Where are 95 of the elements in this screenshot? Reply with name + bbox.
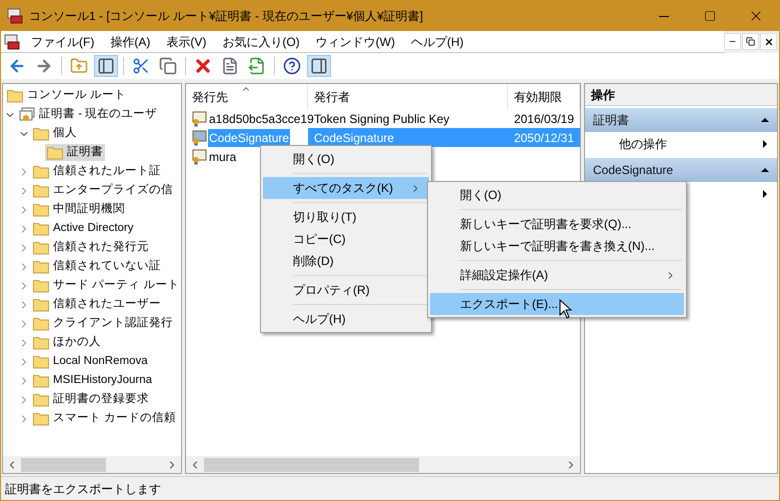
- tree-item[interactable]: Local NonRemova: [31, 352, 150, 370]
- folder-icon: [33, 202, 49, 216]
- certificate-icon: [191, 110, 207, 126]
- folder-icon: [33, 298, 49, 312]
- window-title: コンソール1 - [コンソール ルート¥証明書 - 現在のユーザー¥個人¥証明書]: [29, 8, 424, 25]
- folder-icon: [33, 222, 49, 236]
- menu-bar-item[interactable]: ウィンドウ(W): [308, 32, 403, 50]
- menu-item[interactable]: 新しいキーで証明書を要求(Q)...: [430, 213, 684, 235]
- action-link[interactable]: 他の操作: [619, 135, 761, 153]
- mouse-pointer-icon: [559, 299, 572, 319]
- menu-item[interactable]: 削除(D): [263, 250, 429, 272]
- tree-item[interactable]: 証明書: [45, 144, 105, 162]
- table-cell-text: 2016/03/19: [512, 110, 575, 128]
- menu-item[interactable]: 新しいキーで証明書を書き換え(N)...: [430, 235, 684, 257]
- forward-arrow-icon[interactable]: [35, 57, 53, 75]
- help-icon[interactable]: [283, 57, 301, 75]
- document-icon: [4, 34, 20, 50]
- menu-item[interactable]: 開く(O): [263, 148, 429, 170]
- folder-icon: [33, 260, 49, 274]
- folder-icon: [33, 316, 49, 330]
- menu-item[interactable]: 切り取り(T): [263, 206, 429, 228]
- collapse-triangle-icon[interactable]: [761, 116, 769, 124]
- menu-bar-item[interactable]: 操作(A): [102, 32, 158, 50]
- tree-item[interactable]: 信頼されていない証: [31, 258, 163, 276]
- horizontal-scrollbar[interactable]: [186, 456, 580, 473]
- actions-header: 操作: [585, 84, 777, 106]
- menu-bar-item[interactable]: 表示(V): [158, 32, 214, 50]
- folder-icon: [33, 278, 49, 292]
- action-pane-icon[interactable]: [310, 57, 328, 75]
- close-icon: [764, 36, 774, 46]
- tree-item[interactable]: エンタープライズの信: [31, 182, 175, 200]
- table-cell[interactable]: a18d50bc5a3cce19: [208, 110, 315, 128]
- collapse-triangle-icon[interactable]: [761, 166, 769, 174]
- tree-item[interactable]: サード パーティ ルート: [31, 276, 181, 294]
- menu-bar-item[interactable]: ファイル(F): [23, 32, 102, 50]
- restore-button[interactable]: [742, 33, 759, 50]
- tree-item[interactable]: 個人: [31, 124, 79, 142]
- menu-item[interactable]: コピー(C): [263, 228, 429, 250]
- certificate-store-icon: [19, 106, 35, 122]
- more-triangle-icon[interactable]: [761, 190, 769, 198]
- more-triangle-icon[interactable]: [761, 140, 769, 148]
- maximize-icon: [704, 10, 716, 22]
- menu-item[interactable]: エクスポート(E)...: [430, 293, 684, 315]
- folder-up-icon[interactable]: [70, 57, 88, 75]
- certificate-icon: [191, 148, 207, 164]
- tree-item[interactable]: MSIEHistoryJourna: [31, 372, 154, 390]
- menu-item[interactable]: ヘルプ(H): [263, 308, 429, 330]
- tree-item[interactable]: クライアント認証発行: [31, 314, 175, 332]
- close-button[interactable]: [760, 33, 777, 50]
- folder-icon: [33, 240, 49, 254]
- table-cell-text: CodeSignature: [312, 130, 396, 146]
- folder-icon: [33, 164, 49, 178]
- tree-item[interactable]: 信頼されたユーザー: [31, 296, 163, 314]
- menu-bar-item[interactable]: ヘルプ(H): [402, 32, 472, 50]
- folder-icon: [47, 146, 63, 160]
- status-text: 証明書をエクスポートします: [5, 480, 161, 498]
- folder-icon: [33, 412, 49, 426]
- tree-item[interactable]: Active Directory: [31, 220, 136, 238]
- properties-icon[interactable]: [221, 57, 239, 75]
- tree-item[interactable]: ほかの人: [31, 334, 103, 352]
- menu-bar-item[interactable]: お気に入り(O): [214, 32, 308, 50]
- action-section-header[interactable]: CodeSignature: [585, 158, 777, 182]
- restore-icon: [746, 37, 755, 46]
- horizontal-scrollbar[interactable]: [3, 456, 181, 473]
- console-app-icon: [7, 8, 23, 24]
- menu-item[interactable]: すべてのタスク(K): [263, 177, 429, 199]
- tree-item[interactable]: スマート カードの信頼: [31, 410, 178, 428]
- menu-item[interactable]: 詳細設定操作(A): [430, 264, 684, 286]
- column-header[interactable]: 発行先: [186, 84, 308, 109]
- folder-icon: [33, 184, 49, 198]
- folder-icon: [33, 336, 49, 350]
- copy-icon[interactable]: [159, 57, 177, 75]
- folder-icon: [33, 374, 49, 388]
- column-header[interactable]: 有効期限: [508, 84, 580, 109]
- tree-item[interactable]: 信頼された発行元: [31, 238, 151, 256]
- certificate-icon: [191, 130, 207, 146]
- minimize-button[interactable]: [724, 33, 741, 50]
- action-section-header[interactable]: 証明書: [585, 108, 777, 132]
- folder-icon: [7, 88, 23, 102]
- folder-icon: [33, 354, 49, 368]
- tree-item[interactable]: 中間証明機関: [31, 200, 127, 218]
- tree-item[interactable]: コンソール ルート: [5, 86, 128, 104]
- export-icon[interactable]: [248, 57, 266, 75]
- menu-item[interactable]: プロパティ(R): [263, 279, 429, 301]
- tree-item[interactable]: 証明書の登録要求: [31, 390, 151, 408]
- tree-item[interactable]: 証明書 - 現在のユーザ: [17, 106, 160, 124]
- menu-item[interactable]: 開く(O): [430, 184, 684, 206]
- cut-icon[interactable]: [132, 57, 150, 75]
- tree-pane-icon[interactable]: [97, 57, 115, 75]
- table-cell[interactable]: mura: [208, 148, 238, 166]
- folder-icon: [33, 392, 49, 406]
- column-header[interactable]: 発行者: [308, 84, 508, 109]
- folder-icon: [33, 126, 49, 140]
- table-cell-text: 2050/12/31: [512, 130, 575, 146]
- tree-item[interactable]: 信頼されたルート証: [31, 162, 163, 180]
